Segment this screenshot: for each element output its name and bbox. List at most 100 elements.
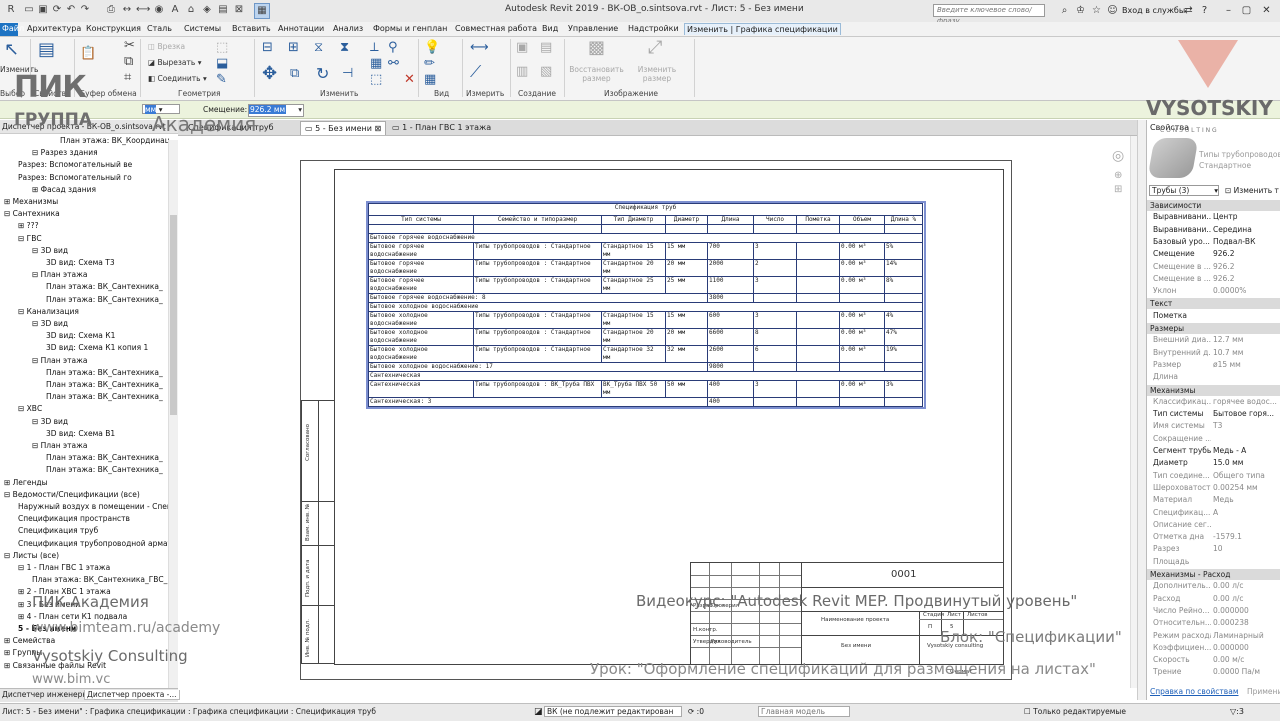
browser-item[interactable]: ⊟ Сантехника [4,209,60,218]
browser-item[interactable]: 3D вид: Схема Т3 [46,258,115,267]
browser-item[interactable]: План этажа: ВК_Сантехника_ [46,453,163,462]
view-tab-sheet-5[interactable]: ▭ 5 - Без имени ⊠ [300,121,387,135]
browser-item[interactable]: Спецификация пространств [18,514,130,523]
subscription-icon[interactable]: ♔ [1074,4,1087,17]
tab-addins[interactable]: Надстройки [626,23,681,34]
browser-item[interactable]: ⊟ Разрез здания [32,148,98,157]
move-icon[interactable]: ✥ [262,65,277,83]
browser-item[interactable]: ⊟ План этажа [32,441,87,450]
tab-modify-schedule-graphics[interactable]: Изменить | Графика спецификации [684,23,841,35]
tab-architecture[interactable]: Архитектура [25,23,83,34]
property-value[interactable]: Подвал-ВК [1213,237,1279,246]
browser-item[interactable]: 3D вид: Схема В1 [46,429,115,438]
override-icon[interactable]: ✏ [424,57,435,71]
browser-item[interactable]: ⊟ 3D вид [32,246,68,255]
open-icon[interactable]: ▭ [22,3,36,17]
property-value[interactable]: Середина [1213,225,1279,234]
property-value[interactable]: 15.0 мм [1213,458,1279,467]
help-icon[interactable]: ? [1198,4,1211,17]
paste-icon[interactable]: 📋 [80,47,96,61]
cut-clipboard-icon[interactable]: ✂ [124,39,135,53]
tree-toggle-icon[interactable]: ⊟ [32,319,41,328]
tag-icon[interactable]: ◉ [152,3,166,17]
split-face-icon[interactable]: ⬓ [216,57,228,71]
editable-only-checkbox[interactable]: ☐ Только редактируемые [1024,707,1126,716]
tree-toggle-icon[interactable]: ⊞ [4,648,13,657]
property-value[interactable]: Центр [1213,212,1279,221]
browser-item[interactable]: ⊟ ХВС [18,404,42,413]
property-section-header[interactable]: Механизмы - Расход [1147,569,1280,580]
tree-toggle-icon[interactable]: ⊟ [18,404,27,413]
array-icon[interactable]: ▦ [370,57,382,71]
tree-toggle-icon[interactable]: ⊞ [18,587,27,596]
design-option-select[interactable]: Главная модель [758,706,850,717]
properties-help-link[interactable]: Справка по свойствам [1150,687,1238,696]
offset-icon[interactable]: ⊞ [288,41,299,55]
close-tab-icon[interactable]: ⊠ [375,124,382,133]
property-section-header[interactable]: Механизмы [1147,384,1280,396]
tab-view[interactable]: Вид [540,23,560,34]
binoculars-icon[interactable]: ⌕ [1058,4,1071,17]
tab-collaborate[interactable]: Совместная работа [453,23,539,34]
tree-toggle-icon[interactable]: ⊟ [32,148,41,157]
browser-item[interactable]: План этажа: ВК_Сантехника_ [46,380,163,389]
delete-icon[interactable]: ✕ [404,73,415,87]
unpin-icon[interactable]: ⚯ [388,57,399,71]
browser-item[interactable]: ⊟ Листы (все) [4,551,59,560]
rotate-icon[interactable]: ↻ [316,66,329,82]
tab-systems[interactable]: Системы [182,23,223,34]
property-value[interactable]: 926.2 [1213,249,1279,258]
browser-item[interactable]: План этажа: ВК_Сантехника_ [46,282,163,291]
search-input[interactable]: Введите ключевое слово/фразу [933,4,1045,25]
tree-toggle-icon[interactable]: ⊞ [18,600,27,609]
browser-item[interactable]: План этажа: ВК_Сантехника_ГВС_ [32,575,167,584]
match-properties-icon[interactable]: ⌗ [124,71,131,85]
tree-toggle-icon[interactable]: ⊞ [18,612,27,621]
filter-icon[interactable]: ▽:3 [1230,707,1244,716]
communication-icon[interactable]: ☆ [1090,4,1103,17]
tree-toggle-icon[interactable]: ⊟ [4,490,13,499]
split-icon[interactable]: ⟂ [370,41,379,55]
tree-toggle-icon[interactable]: ⊞ [4,661,13,670]
text-icon[interactable]: A [168,3,182,17]
tab-structure[interactable]: Конструкция [84,23,143,34]
browser-item[interactable]: ⊞ Механизмы [4,197,58,206]
property-section-header[interactable]: Размеры [1147,323,1280,334]
browser-item[interactable]: 3D вид: Схема К1 [46,331,115,340]
tree-toggle-icon[interactable]: ⊟ [4,551,13,560]
properties-icon[interactable]: ▤ [38,41,55,59]
tab-annotate[interactable]: Аннотации [276,23,326,34]
switch-windows-icon[interactable]: ▦ [254,3,270,19]
browser-item[interactable]: Спецификация труб [18,526,98,535]
tab-file[interactable]: Файл [0,23,24,36]
property-section-header[interactable]: Зависимости [1147,200,1280,211]
browser-item[interactable]: Спецификация трубопроводной армату [18,539,176,548]
save-icon[interactable]: ▣ [36,3,50,17]
browser-item[interactable]: План этажа: ВК_Сантехника_ [46,465,163,474]
tree-toggle-icon[interactable]: ⊞ [32,185,41,194]
browser-item[interactable]: ⊟ Канализация [18,307,79,316]
schedule-graphic[interactable]: Спецификация труб Тип системы Семейство и … [366,201,926,409]
tab-steel[interactable]: Сталь [145,23,174,34]
workset-select[interactable]: ВК (не подлежит редактирован [544,706,682,717]
steering-wheel-icon[interactable]: ◎ [1112,148,1124,164]
zoom-icon[interactable]: ⊕ [1114,170,1122,181]
browser-item[interactable]: ⊞ Семейства [4,636,55,645]
pin-icon[interactable]: ⚲ [388,41,398,55]
copy-element-icon[interactable]: ⧉ [290,67,299,81]
browser-item[interactable]: ⊟ 3D вид [32,417,68,426]
tree-toggle-icon[interactable]: ⊞ [18,221,27,230]
browser-item[interactable]: ⊟ План этажа [32,356,87,365]
browser-item[interactable]: ⊟ План этажа [32,270,87,279]
maximize-icon[interactable]: ▢ [1240,4,1253,17]
instance-selector[interactable]: Трубы (3) ▾ [1149,185,1219,196]
close-hidden-icon[interactable]: ⊠ [232,3,246,17]
join-button[interactable]: ◧ Соединить ▾ [148,74,207,83]
browser-item[interactable]: 3D вид: Схема К1 копия 1 [46,343,148,352]
browser-item[interactable]: ⊟ ГВС [18,234,42,243]
scale-icon[interactable]: ⬚ [370,73,382,87]
sync-icon[interactable]: ⟳ [50,3,64,17]
align-icon[interactable]: ⊟ [262,41,273,55]
dimension-icon[interactable]: ⟷ [136,3,150,17]
tree-toggle-icon[interactable]: ⊟ [32,441,41,450]
